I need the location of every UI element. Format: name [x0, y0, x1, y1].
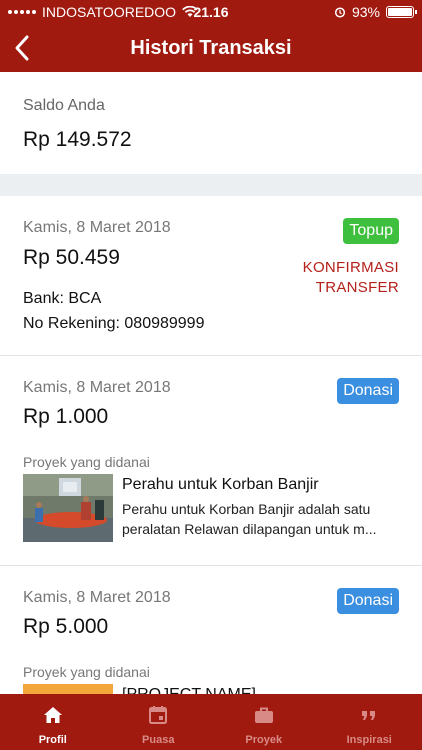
topup-badge: Topup	[343, 218, 399, 244]
transaction-date: Kamis, 8 Maret 2018	[23, 379, 171, 396]
bank-name: Bank: BCA	[23, 290, 102, 307]
status-right: 93%	[334, 4, 417, 20]
transaction-item[interactable]: Kamis, 8 Maret 2018 Rp 5.000 Donasi Proy…	[0, 566, 422, 694]
flood-boat-image	[23, 474, 113, 542]
confirm-transfer-line2: TRANSFER	[315, 279, 399, 296]
donasi-badge: Donasi	[337, 378, 399, 404]
transaction-history-list[interactable]: Saldo Anda Rp 149.572 Kamis, 8 Maret 201…	[0, 72, 422, 694]
project-description: Perahu untuk Korban Banjir adalah satu p…	[122, 501, 377, 537]
tab-inspirasi[interactable]: Inspirasi	[317, 694, 422, 750]
transaction-item[interactable]: Kamis, 8 Maret 2018 Rp 1.000 Donasi Proy…	[0, 356, 422, 566]
section-divider	[0, 174, 422, 196]
confirm-transfer-line1: KONFIRMASI	[302, 259, 399, 276]
transaction-date: Kamis, 8 Maret 2018	[23, 589, 171, 606]
funded-project-label: Proyek yang didanai	[23, 454, 150, 470]
calendar-icon	[149, 706, 168, 724]
alarm-icon	[334, 7, 346, 18]
transaction-amount: Rp 5.000	[23, 615, 109, 638]
tab-label: Profil	[38, 734, 67, 746]
donasi-badge: Donasi	[337, 588, 399, 614]
confirm-transfer-button[interactable]: KONFIRMASI TRANSFER	[303, 258, 399, 298]
tab-bar: Profil Puasa Proyek Inspirasi	[0, 694, 422, 750]
battery-percent: 93%	[351, 4, 380, 20]
quote-icon	[362, 711, 376, 720]
tab-puasa[interactable]: Puasa	[106, 694, 212, 750]
project-thumbnail[interactable]	[23, 474, 113, 542]
home-icon	[43, 707, 62, 723]
page-title: Histori Transaksi	[130, 37, 292, 59]
project-name: [PROJECT NAME]	[122, 686, 256, 694]
project-thumbnail[interactable]	[23, 684, 113, 694]
transaction-item[interactable]: Kamis, 8 Maret 2018 Rp 50.459 Topup KONF…	[0, 196, 422, 356]
project-name: Perahu untuk Korban Banjir	[122, 476, 319, 493]
funded-project-label: Proyek yang didanai	[23, 664, 150, 680]
tab-proyek[interactable]: Proyek	[211, 694, 317, 750]
balance-amount: Rp 149.572	[23, 128, 132, 151]
transaction-date: Kamis, 8 Maret 2018	[23, 219, 171, 236]
nav-bar: Histori Transaksi	[0, 24, 422, 72]
briefcase-icon	[254, 707, 273, 723]
transaction-amount: Rp 50.459	[23, 246, 120, 269]
tab-label: Proyek	[245, 734, 283, 746]
tab-label: Puasa	[142, 734, 175, 746]
tab-label: Inspirasi	[346, 734, 392, 746]
battery-icon	[386, 6, 417, 18]
balance-label: Saldo Anda	[23, 97, 105, 114]
transaction-amount: Rp 1.000	[23, 405, 109, 428]
status-bar: INDOSATOOREDOO 21.16 93%	[0, 0, 422, 24]
tab-profil[interactable]: Profil	[0, 694, 106, 750]
balance-section: Saldo Anda Rp 149.572	[0, 72, 422, 174]
account-number: No Rekening: 080989999	[23, 315, 205, 332]
